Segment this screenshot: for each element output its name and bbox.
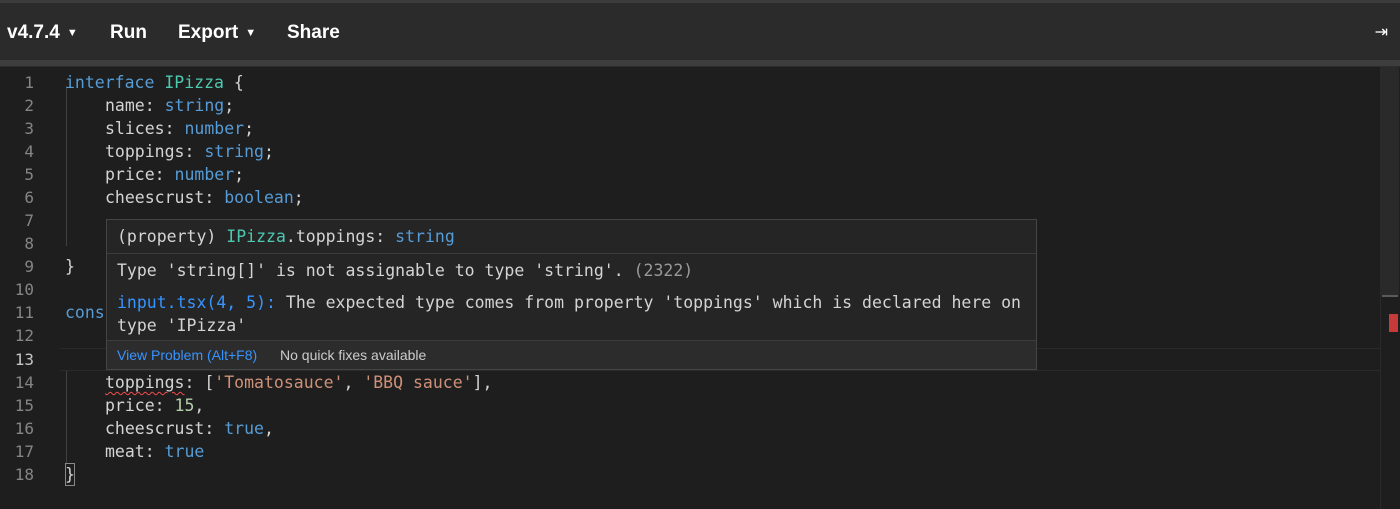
property: meat: <box>105 442 165 461</box>
view-problem-link[interactable]: View Problem (Alt+F8) <box>117 341 257 369</box>
line-number-current: 13 <box>14 350 34 369</box>
line-number: 5 <box>24 165 34 184</box>
line-number: 15 <box>14 396 34 415</box>
boolean-literal: true <box>164 442 205 461</box>
line-number: 18 <box>14 465 34 484</box>
share-label: Share <box>287 22 340 43</box>
punctuation: , <box>263 419 274 438</box>
keyword: cons <box>65 303 105 322</box>
punctuation: , <box>194 396 205 415</box>
run-label: Run <box>110 22 147 43</box>
hover-tooltip: (property) IPizza.toppings: string Type … <box>106 219 1037 370</box>
no-quick-fixes-text: No quick fixes available <box>280 347 427 363</box>
punctuation: ], <box>472 373 493 392</box>
hover-body: Type 'string[]' is not assignable to typ… <box>107 254 1036 337</box>
indent-guide <box>66 371 67 463</box>
punctuation: : [ <box>184 373 215 392</box>
scrollbar-cursor-marker <box>1382 295 1398 297</box>
type-keyword: number <box>184 119 245 138</box>
code-line: toppings: string; <box>105 140 274 163</box>
punctuation: ; <box>224 96 235 115</box>
string-literal: 'Tomatosauce' <box>214 373 344 392</box>
boolean-literal: true <box>224 419 264 438</box>
property: cheescrust: <box>105 419 225 438</box>
signature-return-type: string <box>395 227 455 246</box>
share-button[interactable]: Share <box>287 3 340 60</box>
error-message: Type 'string[]' is not assignable to typ… <box>117 259 1026 282</box>
code-line: name: string; <box>105 94 234 117</box>
line-number: 17 <box>14 442 34 461</box>
code-line: cons <box>65 301 105 324</box>
hover-signature: (property) IPizza.toppings: string <box>107 220 1036 254</box>
line-number: 3 <box>24 119 34 138</box>
code-line: price: number; <box>105 163 244 186</box>
export-label: Export <box>178 22 239 43</box>
indent-guide <box>66 86 67 246</box>
type-keyword: boolean <box>224 188 294 207</box>
type-keyword: string <box>204 142 264 161</box>
version-label: v4.7.4 <box>7 22 60 43</box>
property: price: <box>105 165 175 184</box>
scrollbar-error-marker <box>1389 314 1398 332</box>
code-line: interface IPizza { <box>65 71 244 94</box>
keyword: interface <box>65 73 155 92</box>
punctuation: { <box>223 73 244 92</box>
property: toppings: <box>105 142 205 161</box>
toolbar: v4.7.4 ▼ Run Export ▼ Share ⇥ <box>0 0 1400 66</box>
export-dropdown[interactable]: Export ▼ <box>178 3 256 60</box>
chevron-down-icon: ▼ <box>66 27 78 39</box>
error-code: (2322) <box>633 261 694 280</box>
code-line: cheescrust: boolean; <box>105 186 304 209</box>
code-line: } <box>65 257 75 276</box>
line-number: 1 <box>24 73 34 92</box>
punctuation: , <box>343 373 364 392</box>
property: cheescrust: <box>105 188 225 207</box>
line-number: 14 <box>14 373 34 392</box>
line-number: 6 <box>24 188 34 207</box>
code-line: toppings: ['Tomatosauce', 'BBQ sauce'], <box>105 371 492 394</box>
line-number: 11 <box>14 303 34 322</box>
signature-type: IPizza <box>226 227 286 246</box>
number-literal: 15 <box>174 396 195 415</box>
property: price: <box>105 396 175 415</box>
scrollbar-thumb[interactable] <box>1381 67 1399 295</box>
property: name: <box>105 96 165 115</box>
line-number: 12 <box>14 326 34 345</box>
error-text: Type 'string[]' is not assignable to typ… <box>117 261 624 280</box>
error-property[interactable]: toppings <box>105 373 184 392</box>
line-number: 10 <box>14 280 34 299</box>
code-line: meat: true <box>105 440 204 463</box>
collapse-sidebar-icon[interactable]: ⇥ <box>1375 3 1388 60</box>
related-location-link[interactable]: input.tsx(4, 5): <box>117 293 276 312</box>
code-line: } <box>65 463 75 486</box>
type-keyword: number <box>174 165 235 184</box>
line-number: 8 <box>24 234 34 253</box>
code-line: slices: number; <box>105 117 254 140</box>
punctuation: ; <box>293 188 304 207</box>
line-number: 2 <box>24 96 34 115</box>
related-info: input.tsx(4, 5): The expected type comes… <box>117 291 1026 337</box>
hover-status-bar: View Problem (Alt+F8) No quick fixes ava… <box>107 340 1036 369</box>
punctuation: ; <box>234 165 245 184</box>
run-button[interactable]: Run <box>110 3 147 60</box>
property: slices: <box>105 119 185 138</box>
line-number: 7 <box>24 211 34 230</box>
chevron-down-icon: ▼ <box>245 27 257 39</box>
punctuation: ; <box>263 142 274 161</box>
type-keyword: string <box>164 96 225 115</box>
signature-member: .toppings: <box>285 227 396 246</box>
string-literal: 'BBQ sauce' <box>363 373 473 392</box>
line-number: 9 <box>24 257 34 276</box>
code-line: price: 15, <box>105 394 204 417</box>
code-line: cheescrust: true, <box>105 417 274 440</box>
type-name: IPizza <box>164 73 224 92</box>
version-dropdown[interactable]: v4.7.4 ▼ <box>7 3 78 60</box>
punctuation: ; <box>244 119 255 138</box>
line-number: 16 <box>14 419 34 438</box>
line-number: 4 <box>24 142 34 161</box>
signature-prefix: (property) <box>117 227 227 246</box>
